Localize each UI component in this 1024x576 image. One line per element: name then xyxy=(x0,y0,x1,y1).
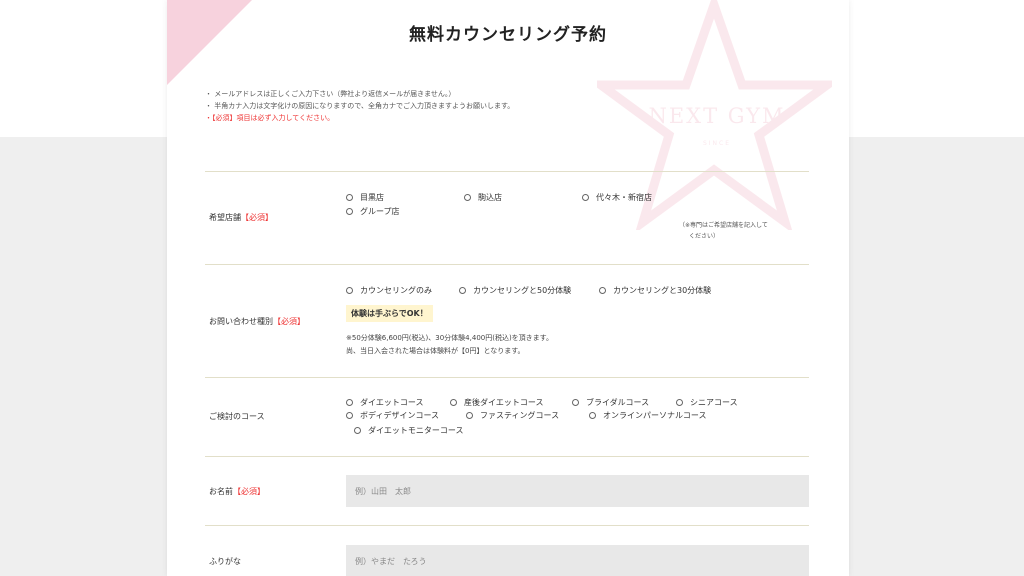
trial-info: ※50分体験6,600円(税込)、30分体験4,400円(税込)を頂きます。 尚… xyxy=(346,334,553,355)
name-label: お名前【必須】 xyxy=(209,487,265,496)
note-line: ・ 半角カナ入力は文字化けの原因になりますので、全角カナでご入力頂きますようお願… xyxy=(205,102,515,110)
trial-badge: 体験は手ぶらでOK！ xyxy=(346,305,433,322)
radio-circle-icon[interactable] xyxy=(450,399,457,406)
radio-course-bridal[interactable]: ブライダルコース xyxy=(572,397,649,408)
radio-store-meguro[interactable]: 目黒店 xyxy=(346,192,384,203)
required-badge: 【必須】 xyxy=(233,487,265,496)
radio-circle-icon[interactable] xyxy=(346,287,353,294)
divider xyxy=(205,264,809,265)
note-line-required: ・【必須】項目は必ず入力してください。 xyxy=(205,114,335,122)
course-label: ご検討のコース xyxy=(209,412,265,421)
radio-store-group[interactable]: グループ店 xyxy=(346,206,400,217)
radio-store-yoyogi[interactable]: 代々木・新宿店 xyxy=(582,192,652,203)
logo-text: NEXT GYM xyxy=(648,104,786,128)
radio-circle-icon[interactable] xyxy=(346,412,353,419)
radio-course-monitor[interactable]: ダイエットモニターコース xyxy=(354,425,464,436)
radio-circle-icon[interactable] xyxy=(466,412,473,419)
radio-inquiry-50min[interactable]: カウンセリングと50分体験 xyxy=(459,285,571,296)
furigana-input[interactable] xyxy=(346,545,809,576)
radio-circle-icon[interactable] xyxy=(599,287,606,294)
required-badge: 【必須】 xyxy=(241,213,273,222)
form-card: NEXT GYM SINCE 無料カウンセリング予約 ・ メールアドレスは正しく… xyxy=(167,0,849,576)
radio-circle-icon[interactable] xyxy=(346,399,353,406)
required-badge: 【必須】 xyxy=(273,317,305,326)
radio-inquiry-30min[interactable]: カウンセリングと30分体験 xyxy=(599,285,711,296)
furigana-label: ふりがな xyxy=(209,557,241,566)
radio-circle-icon[interactable] xyxy=(459,287,466,294)
name-input[interactable] xyxy=(346,475,809,507)
radio-circle-icon[interactable] xyxy=(589,412,596,419)
inquiry-label: お問い合わせ種別【必須】 xyxy=(209,317,305,326)
radio-circle-icon[interactable] xyxy=(676,399,683,406)
note-line: ・ メールアドレスは正しくご入力下さい（弊社より返信メールが届きません。） xyxy=(205,90,456,98)
radio-store-komagome[interactable]: 駒込店 xyxy=(464,192,502,203)
radio-circle-icon[interactable] xyxy=(346,194,353,201)
radio-course-diet[interactable]: ダイエットコース xyxy=(346,397,424,408)
radio-course-senior[interactable]: シニアコース xyxy=(676,397,738,408)
form-notes: ・ メールアドレスは正しくご入力下さい（弊社より返信メールが届きません。） ・ … xyxy=(205,88,514,124)
radio-circle-icon[interactable] xyxy=(582,194,589,201)
store-label: 希望店舗【必須】 xyxy=(209,213,273,222)
radio-circle-icon[interactable] xyxy=(464,194,471,201)
divider xyxy=(205,456,809,457)
radio-course-fasting[interactable]: ファスティングコース xyxy=(466,410,559,421)
store-note: （※専門はご希望店舗を記入して ください） xyxy=(679,222,768,240)
page-title: 無料カウンセリング予約 xyxy=(409,25,607,45)
divider xyxy=(205,171,809,172)
radio-circle-icon[interactable] xyxy=(346,208,353,215)
logo-subtext: SINCE xyxy=(702,140,732,147)
radio-course-postpartum[interactable]: 産後ダイエットコース xyxy=(450,397,544,408)
radio-circle-icon[interactable] xyxy=(572,399,579,406)
radio-course-body-design[interactable]: ボディデザインコース xyxy=(346,410,439,421)
radio-circle-icon[interactable] xyxy=(354,427,361,434)
radio-inquiry-counseling[interactable]: カウンセリングのみ xyxy=(346,285,432,296)
divider xyxy=(205,377,809,378)
divider xyxy=(205,525,809,526)
radio-course-online[interactable]: オンラインパーソナルコース xyxy=(589,410,706,421)
